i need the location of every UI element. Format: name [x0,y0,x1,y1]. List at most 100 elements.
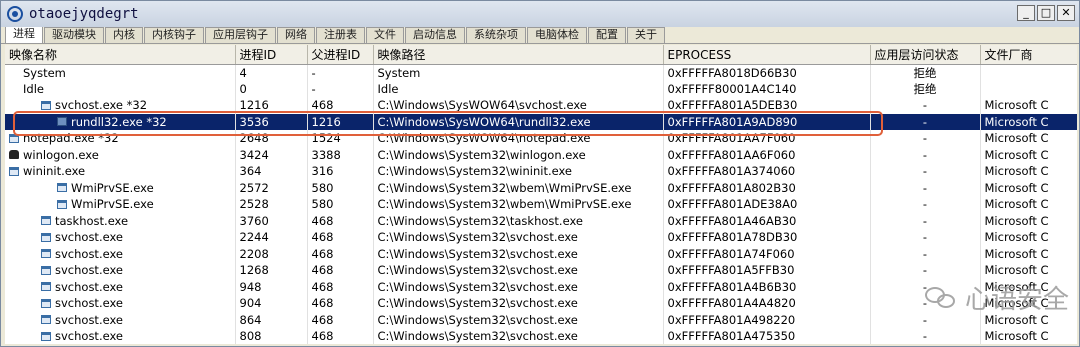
col-access-status-cell: - [870,130,981,147]
col-eprocess-cell: 0xFFFFFA801A5FFB30 [663,262,871,279]
col-image-name-cell: svchost.exe [5,295,236,312]
col-vendor-cell: Microsoft C [980,179,1077,196]
col-eprocess-cell: 0xFFFFFA801A78DB30 [663,229,871,246]
minimize-button[interactable]: _ [1017,5,1035,21]
col-image-path-cell: C:\Windows\System32\svchost.exe [373,278,664,295]
col-access-status-cell: 拒绝 [870,81,981,97]
col-access-status-cell: - [870,328,981,344]
col-image-name-cell: svchost.exe [5,311,236,328]
col-eprocess-cell: 0xFFFFFA801AA6F060 [663,146,871,163]
tab-3[interactable]: 内核钩子 [144,27,204,43]
tab-2[interactable]: 内核 [105,27,143,43]
tab-8[interactable]: 启动信息 [405,27,465,43]
table-row[interactable]: svchost.exe 1268 468 C:\Windows\System32\sv… [5,262,1077,279]
col-vendor-cell: Microsoft C [980,229,1077,246]
col-pid-header[interactable]: 进程ID [235,45,308,65]
process-name-text: notepad.exe *32 [23,131,119,145]
col-pid-cell: 2648 [235,130,308,147]
col-pid-cell: 808 [235,328,308,344]
tab-12[interactable]: 关于 [627,27,665,43]
col-vendor-header[interactable]: 文件厂商 [980,45,1077,65]
col-eprocess-header[interactable]: EPROCESS [663,45,871,65]
col-ppid-cell: 468 [307,295,374,312]
col-pid-cell: 1268 [235,262,308,279]
table-row[interactable]: svchost.exe 2208 468 C:\Windows\System32\sv… [5,245,1077,262]
process-name: rundll32.exe *32 [9,114,167,130]
table-row[interactable]: svchost.exe 864 468 C:\Windows\System32\svc… [5,311,1077,328]
col-access-status-cell: - [870,212,981,229]
tab-5[interactable]: 网络 [277,27,315,43]
tab-11[interactable]: 配置 [588,27,626,43]
window-icon [9,133,19,143]
table-row[interactable]: winlogon.exe 3424 3388 C:\Windows\System32\… [5,146,1077,163]
tab-7[interactable]: 文件 [366,27,404,43]
col-image-path-cell: C:\Windows\System32\wbem\WmiPrvSE.exe [373,196,664,213]
process-name-text: svchost.exe [55,279,124,294]
col-vendor-cell: Microsoft C [980,130,1077,147]
close-button[interactable]: ✕ [1057,5,1075,21]
table-row[interactable]: Idle 0- Idle 0xFFFFF80001A4C140 拒绝 [5,81,1077,97]
window-icon [41,282,51,291]
table-row[interactable]: WmiPrvSE.exe 2528 580 C:\Windows\System32\w… [5,196,1077,213]
tab-10[interactable]: 电脑体检 [527,27,587,43]
col-access-status-cell: - [870,179,981,196]
col-image-path-cell: C:\Windows\System32\svchost.exe [373,229,664,246]
col-image-name-cell: notepad.exe *32 [5,130,236,147]
col-image-path-header[interactable]: 映像路径 [373,45,664,65]
table-row[interactable]: svchost.exe 808 468 C:\Windows\System32\svc… [5,328,1077,344]
col-ppid-cell: 468 [307,97,374,114]
col-pid-cell: 3760 [235,212,308,229]
col-ppid-header[interactable]: 父进程ID [307,45,374,65]
col-ppid-cell: - [307,81,374,97]
table-row[interactable]: svchost.exe 948 468 C:\Windows\System32\svc… [5,278,1077,295]
col-access-status-cell: - [870,278,981,295]
col-ppid-cell: 468 [307,328,374,344]
table-header: 映像名称 进程ID 父进程ID 映像路径 EPROCESS 应用层访问状态 文件厂商 [5,45,1077,65]
col-pid-cell: 2572 [235,179,308,196]
col-access-status-header[interactable]: 应用层访问状态 [870,45,981,65]
table-row[interactable]: svchost.exe 2244 468 C:\Windows\System32\sv… [5,229,1077,246]
col-vendor-cell: Microsoft C [980,328,1077,344]
maximize-button[interactable]: □ [1037,5,1055,21]
col-pid-cell: 3424 [235,146,308,163]
col-ppid-cell: 316 [307,163,374,180]
process-name: winlogon.exe [9,147,99,163]
tab-9[interactable]: 系统杂项 [466,27,526,43]
process-name-text: Idle [23,82,44,96]
table-row[interactable]: taskhost.exe 3760 468 C:\Windows\System32\t… [5,212,1077,229]
col-eprocess-cell: 0xFFFFFA801A475350 [663,328,871,344]
process-name: WmiPrvSE.exe [9,196,154,212]
col-pid-cell: 2208 [235,245,308,262]
process-name: svchost.exe [9,328,123,344]
process-name: taskhost.exe [9,213,128,229]
window-icon [41,216,51,225]
title-bar: otaoejyqdegrt _ □ ✕ [1,1,1079,27]
table-row[interactable]: svchost.exe 904 468 C:\Windows\System32\svc… [5,295,1077,312]
table-row[interactable]: System 4- System 0xFFFFFA8018D66B30 拒绝 [5,64,1077,81]
tab-1[interactable]: 驱动模块 [44,27,104,43]
window-icon [41,331,51,341]
lock-icon [9,150,19,159]
table-row[interactable]: WmiPrvSE.exe 2572 580 C:\Windows\System32\w… [5,179,1077,196]
tab-4[interactable]: 应用层钩子 [205,27,276,43]
col-ppid-cell: - [307,64,374,81]
table-row[interactable]: rundll32.exe *32 3536 1216 C:\Windows\SysWO… [5,113,1077,130]
window-icon [57,199,67,209]
process-name: svchost.exe [9,229,123,245]
table-row[interactable]: notepad.exe *32 2648 1524 C:\Windows\SysWOW… [5,130,1077,147]
col-pid-cell: 3536 [235,113,308,130]
process-name: svchost.exe [9,295,123,311]
col-image-name-header[interactable]: 映像名称 [5,45,236,65]
process-name-text: svchost.exe [55,296,124,310]
col-access-status-cell: - [870,295,981,312]
tab-6[interactable]: 注册表 [316,27,365,43]
window-icon [41,249,51,258]
process-name-text: svchost.exe [55,263,124,277]
col-eprocess-cell: 0xFFFFFA801A498220 [663,311,871,328]
table-row[interactable]: wininit.exe 364 316 C:\Windows\System32\win… [5,163,1077,180]
table-row[interactable]: svchost.exe *32 1216 468 C:\Windows\SysWOW6… [5,97,1077,114]
col-ppid-cell: 580 [307,179,374,196]
col-ppid-cell: 468 [307,262,374,279]
tab-0[interactable]: 进程 [5,27,43,43]
col-pid-cell: 0 [235,81,308,97]
